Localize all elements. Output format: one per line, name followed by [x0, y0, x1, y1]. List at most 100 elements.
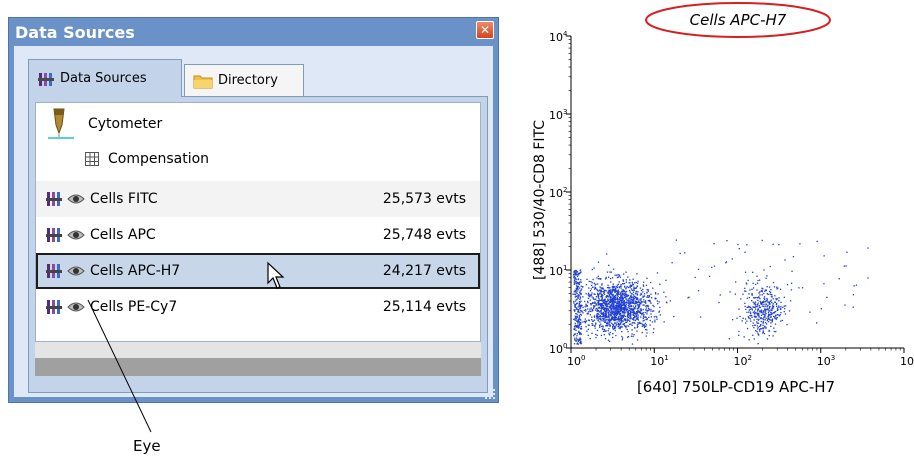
- data-point: [609, 290, 611, 292]
- data-point: [602, 325, 604, 327]
- data-point: [697, 290, 700, 292]
- data-point: [762, 322, 764, 324]
- data-point: [753, 306, 756, 308]
- data-point: [580, 333, 582, 335]
- data-point: [608, 321, 611, 323]
- data-point: [750, 320, 752, 322]
- data-point: [765, 300, 767, 302]
- data-points: [572, 239, 869, 345]
- data-point: [756, 325, 758, 327]
- data-point: [587, 328, 589, 330]
- data-point: [758, 318, 760, 320]
- data-point: [578, 273, 580, 275]
- data-point: [579, 301, 581, 303]
- data-point: [843, 265, 845, 267]
- data-point: [648, 294, 650, 297]
- y-tick-label: 104: [549, 30, 568, 44]
- data-point: [580, 293, 582, 296]
- data-point: [625, 290, 628, 292]
- data-point: [599, 293, 601, 295]
- data-point: [867, 277, 869, 279]
- data-point: [629, 315, 632, 317]
- data-point: [752, 325, 754, 327]
- data-point: [763, 300, 765, 302]
- data-point: [600, 323, 602, 325]
- data-point: [577, 343, 579, 345]
- data-point: [605, 296, 607, 298]
- data-point: [600, 325, 603, 328]
- x-tick-label: 100: [567, 354, 585, 368]
- data-point: [595, 307, 597, 310]
- data-point: [641, 312, 643, 314]
- data-point: [731, 258, 733, 260]
- data-point: [748, 297, 750, 299]
- data-point: [604, 278, 607, 280]
- data-point: [612, 317, 614, 319]
- data-point: [575, 308, 578, 310]
- data-point: [754, 313, 756, 315]
- data-point: [579, 298, 581, 300]
- data-point: [653, 328, 655, 330]
- data-point: [577, 309, 579, 311]
- data-point: [629, 286, 631, 288]
- data-point: [627, 319, 629, 322]
- data-point: [644, 322, 646, 325]
- data-point: [643, 299, 645, 301]
- data-point: [625, 288, 627, 290]
- data-point: [656, 316, 658, 318]
- data-point: [597, 300, 600, 302]
- data-point: [773, 330, 775, 333]
- data-point: [579, 339, 581, 342]
- data-point: [598, 314, 600, 316]
- data-point: [778, 305, 780, 307]
- data-point: [605, 312, 607, 314]
- data-point: [764, 314, 766, 316]
- data-point: [585, 308, 587, 311]
- data-point: [751, 288, 753, 290]
- data-point: [621, 302, 623, 304]
- data-point: [648, 316, 650, 318]
- data-point: [852, 306, 854, 308]
- data-point: [729, 291, 731, 293]
- data-point: [580, 342, 582, 344]
- tab-data-sources[interactable]: Data Sources: [28, 59, 182, 97]
- data-point: [600, 293, 602, 295]
- data-point: [613, 303, 615, 305]
- data-point: [749, 308, 752, 310]
- data-point: [591, 296, 593, 298]
- data-point: [589, 294, 591, 296]
- data-point: [596, 277, 598, 279]
- data-point: [630, 335, 633, 337]
- data-point: [650, 308, 652, 311]
- data-point: [580, 288, 583, 290]
- data-point: [764, 290, 766, 292]
- data-point: [614, 325, 616, 328]
- data-point: [743, 290, 746, 292]
- data-point: [765, 277, 767, 279]
- data-point: [614, 274, 616, 276]
- data-point: [573, 343, 576, 345]
- data-point: [760, 317, 762, 320]
- data-point: [629, 291, 631, 293]
- data-point: [608, 319, 611, 321]
- data-point: [752, 311, 754, 313]
- data-point: [654, 321, 656, 323]
- data-point: [623, 312, 625, 314]
- data-point: [775, 318, 777, 320]
- data-point: [746, 311, 748, 313]
- data-point: [597, 316, 599, 318]
- data-point: [577, 319, 579, 321]
- data-point: [767, 316, 769, 318]
- data-point: [612, 298, 614, 300]
- data-point: [759, 330, 761, 332]
- data-point: [746, 244, 748, 246]
- data-point: [765, 313, 767, 315]
- data-point: [759, 294, 761, 296]
- data-point: [767, 308, 769, 310]
- data-point: [601, 316, 604, 318]
- data-point: [598, 306, 600, 308]
- data-point: [637, 305, 639, 307]
- data-point: [751, 316, 753, 318]
- data-point: [572, 293, 574, 295]
- data-point: [759, 306, 761, 309]
